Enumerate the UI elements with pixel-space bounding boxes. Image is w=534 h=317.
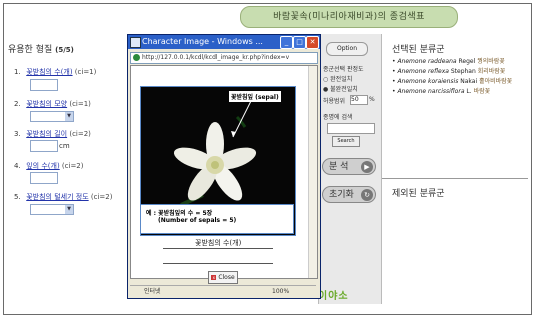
character-number: 4. bbox=[14, 162, 21, 170]
species-item[interactable]: • Anemone reflexa Stephan 회리바람꽃 bbox=[392, 66, 505, 75]
window-titlebar[interactable]: Character Image - Windows ... _ □ ✕ bbox=[128, 35, 320, 49]
maximize-icon[interactable]: □ bbox=[293, 36, 306, 49]
status-text: 인터넷 bbox=[144, 288, 161, 295]
range-unit: % bbox=[369, 96, 375, 103]
character-pane-title: 유용한 형질 (5/5) bbox=[8, 42, 74, 55]
character-item: 3. 꽃받침의 길이 (ci=2) bbox=[14, 129, 91, 139]
character-ci: (ci=1) bbox=[74, 68, 97, 76]
species-korean: 바람꽃 bbox=[473, 88, 491, 95]
species-author: Stephan bbox=[450, 68, 476, 75]
character-item: 2. 꽃받침의 모양 (ci=1) bbox=[14, 99, 91, 109]
caption-line: 예 : 꽃받침잎의 수 = 5장 bbox=[146, 210, 213, 217]
image-caption: 예 : 꽃받침잎의 수 = 5장 (Number of sepals = 5) bbox=[140, 204, 294, 234]
minimize-icon[interactable]: _ bbox=[280, 36, 293, 49]
play-icon: ▶ bbox=[361, 161, 373, 173]
window-title: Character Image - Windows ... bbox=[142, 37, 263, 46]
close-button[interactable]: x Close bbox=[208, 271, 238, 284]
status-bar: 인터넷 100% bbox=[130, 285, 316, 297]
character-image-window: Character Image - Windows ... _ □ ✕ http… bbox=[127, 34, 321, 299]
refresh-icon: ↻ bbox=[361, 189, 373, 201]
character-number: 5. bbox=[14, 193, 21, 201]
character-link[interactable]: 잎의 수(개) bbox=[26, 162, 59, 170]
character-link[interactable]: 꽃받침의 길이 bbox=[26, 130, 67, 138]
character-select[interactable]: ▼ bbox=[30, 204, 74, 215]
window-content: 꽃받침잎 (sepal) 예 : 꽃받침잎의 수 = 5장 (Number of… bbox=[130, 65, 318, 279]
page-title: 바람꽃속(미나리아재비과)의 종검색표 bbox=[240, 6, 458, 28]
option-mode-label: 종군선택 판정도 bbox=[323, 66, 364, 73]
species-author: Regel bbox=[458, 58, 476, 65]
removed-taxa-title: 제외된 분류군 bbox=[392, 189, 445, 199]
species-author: L. bbox=[466, 88, 472, 95]
close-button-label: Close bbox=[218, 274, 235, 281]
divider bbox=[163, 263, 273, 264]
partial-match-label: 불완전일치 bbox=[330, 86, 358, 93]
taxa-pane: 선택된 분류군 • Anemone raddeana Regel 꿩의바람꽃 •… bbox=[382, 34, 528, 304]
divider bbox=[163, 248, 273, 249]
reset-label: 초기화 bbox=[329, 190, 354, 200]
character-name: 꽃받침의 수(개) bbox=[195, 239, 242, 247]
pane-divider bbox=[382, 178, 528, 179]
species-scientific: Anemone reflexa bbox=[397, 68, 449, 75]
exact-match-option[interactable]: ○ 완전일치 bbox=[323, 74, 352, 83]
species-korean: 홀아비바람꽃 bbox=[479, 78, 513, 85]
range-input[interactable]: 50 bbox=[350, 95, 368, 105]
caption-line: (Number of sepals = 5) bbox=[158, 217, 237, 224]
character-link[interactable]: 꽃받침의 수(개) bbox=[26, 68, 72, 76]
reset-button[interactable]: 초기화 ↻ bbox=[322, 186, 376, 203]
species-korean: 꿩의바람꽃 bbox=[477, 58, 505, 65]
address-bar[interactable]: http://127.0.0.1/kcdl/kcdl_image_kr.php?… bbox=[130, 52, 318, 64]
sepal-callout: 꽃받침잎 (sepal) bbox=[229, 91, 281, 102]
character-item: 5. 꽃받침의 털세기 정도 (ci=2) bbox=[14, 192, 112, 202]
character-number: 2. bbox=[14, 100, 21, 108]
character-ci: (ci=2) bbox=[90, 193, 113, 201]
search-label: 종명에 검색 bbox=[323, 114, 353, 121]
character-value-input[interactable] bbox=[30, 140, 58, 152]
species-korean: 회리바람꽃 bbox=[477, 68, 506, 75]
selected-taxa-title: 선택된 분류군 bbox=[392, 45, 445, 55]
character-value-input[interactable] bbox=[30, 172, 58, 184]
option-button[interactable]: Option bbox=[326, 42, 368, 56]
character-count: (5/5) bbox=[55, 46, 74, 54]
analyze-button[interactable]: 분 석 ▶ bbox=[322, 158, 376, 175]
window-icon bbox=[130, 37, 141, 48]
globe-icon bbox=[133, 54, 140, 61]
address-text: http://127.0.0.1/kcdl/kcdl_image_kr.php?… bbox=[142, 54, 290, 61]
species-item[interactable]: • Anemone koraiensis Nakai 홀아비바람꽃 bbox=[392, 76, 512, 85]
search-input[interactable] bbox=[327, 123, 375, 134]
species-scientific: Anemone raddeana bbox=[397, 58, 457, 65]
chevron-down-icon[interactable]: ▼ bbox=[65, 112, 73, 121]
close-icon[interactable]: ✕ bbox=[306, 36, 319, 49]
character-pane: 유용한 형질 (5/5) 1. 꽃받침의 수(개) (ci=1) 2. 꽃받침의… bbox=[4, 34, 122, 304]
exact-match-label: 완전일치 bbox=[330, 76, 353, 83]
character-ci: (ci=2) bbox=[69, 130, 91, 138]
close-icon: x bbox=[211, 275, 217, 280]
range-label: 허용범위 bbox=[323, 98, 346, 105]
character-ci: (ci=2) bbox=[61, 162, 84, 170]
analyze-label: 분 석 bbox=[329, 162, 349, 172]
search-button[interactable]: Search bbox=[332, 136, 360, 147]
species-author: Nakai bbox=[460, 78, 478, 85]
character-link[interactable]: 꽃받침의 모양 bbox=[26, 100, 67, 108]
character-pane-title-text: 유용한 형질 bbox=[8, 45, 53, 55]
character-link[interactable]: 꽃받침의 털세기 정도 bbox=[26, 193, 88, 201]
character-ci: (ci=1) bbox=[69, 100, 91, 108]
species-scientific: Anemone narcissiflora bbox=[397, 88, 465, 95]
character-number: 3. bbox=[14, 130, 21, 138]
unit-label: cm bbox=[59, 142, 70, 150]
character-select[interactable]: ▼ bbox=[30, 111, 74, 122]
scrollbar[interactable] bbox=[308, 66, 317, 278]
zoom-level[interactable]: 100% bbox=[272, 286, 289, 297]
chevron-down-icon[interactable]: ▼ bbox=[65, 205, 73, 214]
species-scientific: Anemone koraiensis bbox=[397, 78, 459, 85]
character-number: 1. bbox=[14, 68, 21, 76]
character-item: 1. 꽃받침의 수(개) (ci=1) bbox=[14, 67, 96, 77]
character-value-input[interactable] bbox=[30, 79, 58, 91]
partial-match-option[interactable]: ● 불완전일치 bbox=[323, 84, 358, 93]
logo: 이야소 bbox=[318, 291, 349, 302]
species-item[interactable]: • Anemone narcissiflora L. 바람꽃 bbox=[392, 86, 490, 95]
character-item: 4. 잎의 수(개) (ci=2) bbox=[14, 161, 84, 171]
species-item[interactable]: • Anemone raddeana Regel 꿩의바람꽃 bbox=[392, 56, 505, 65]
